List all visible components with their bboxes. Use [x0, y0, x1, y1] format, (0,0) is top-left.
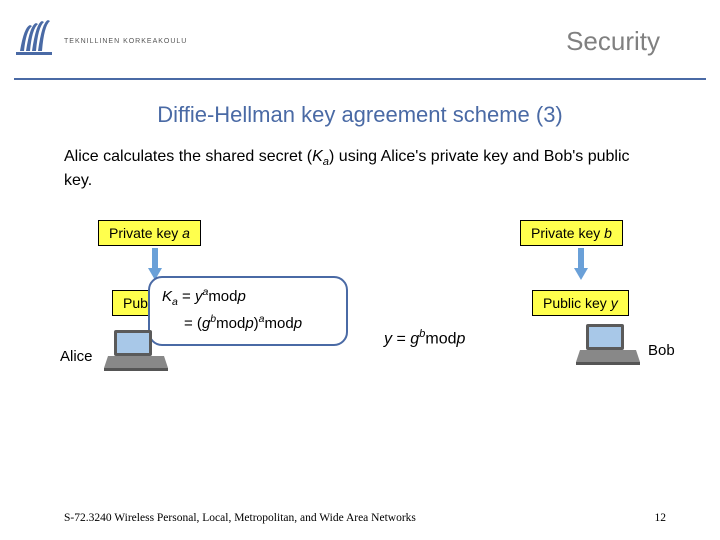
- label: Private key: [531, 225, 604, 241]
- page-number: 12: [655, 512, 667, 524]
- y-equation: y = gbmodp: [384, 328, 465, 348]
- label: Private key: [109, 225, 182, 241]
- slide-footer: S-72.3240 Wireless Personal, Local, Metr…: [0, 512, 720, 524]
- org-logo-icon: [14, 19, 58, 64]
- var: b: [604, 225, 612, 241]
- laptop-icon: [104, 328, 168, 372]
- bob-public-key-box: Public key y: [532, 290, 629, 316]
- laptop-icon: [576, 322, 640, 366]
- body-text-pre: Alice calculates the shared secret (: [64, 148, 312, 165]
- org-name: TEKNILLINEN KORKEAKOULU: [64, 38, 187, 45]
- formula-row-1: Ka = yamodp: [162, 284, 334, 311]
- diagram: Private key a Pub Private key b Public k…: [0, 220, 720, 430]
- ka-formula-callout: Ka = yamodp = (gbmodp)amodp: [148, 276, 348, 346]
- slide-body: Alice calculates the shared secret (Ka) …: [64, 146, 660, 192]
- var: y: [611, 295, 618, 311]
- org-logo-block: TEKNILLINEN KORKEAKOULU: [14, 19, 187, 64]
- header-title: Security: [187, 26, 700, 57]
- arrow-down-icon: [574, 248, 588, 280]
- label: Pub: [123, 295, 148, 311]
- footer-course: S-72.3240 Wireless Personal, Local, Metr…: [64, 512, 416, 524]
- bob-label: Bob: [648, 342, 675, 359]
- formula-row-2: = (gbmodp)amodp: [162, 311, 334, 336]
- slide-title: Diffie-Hellman key agreement scheme (3): [0, 102, 720, 128]
- var: a: [182, 225, 190, 241]
- alice-private-key-box: Private key a: [98, 220, 201, 246]
- header-divider: [14, 78, 706, 80]
- body-k: K: [312, 148, 323, 165]
- label: Public key: [543, 295, 611, 311]
- alice-label: Alice: [60, 348, 93, 365]
- slide-header: TEKNILLINEN KORKEAKOULU Security: [0, 0, 720, 78]
- bob-private-key-box: Private key b: [520, 220, 623, 246]
